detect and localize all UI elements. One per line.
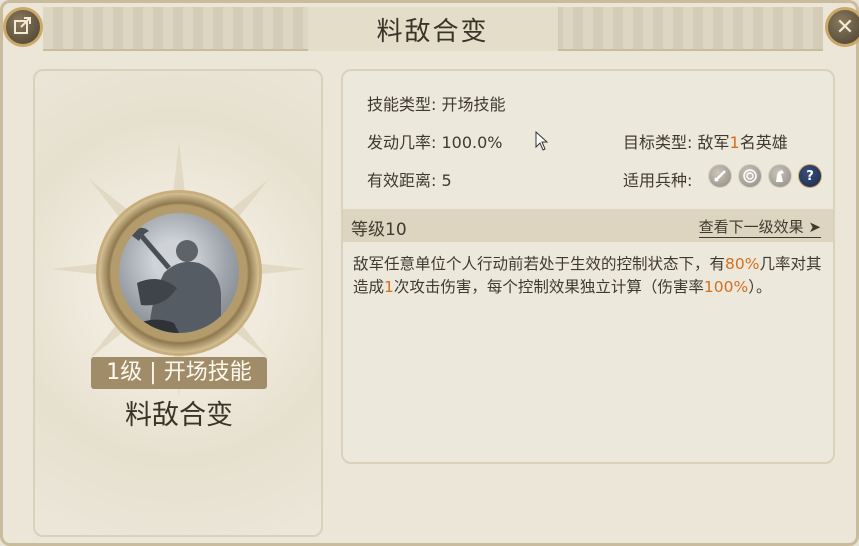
window-title: 料敌合变 — [376, 17, 489, 47]
share-button[interactable] — [3, 7, 43, 47]
skill-name: 料敌合变 — [125, 400, 233, 431]
range-label: 有效距离: — [367, 171, 437, 190]
range-value: 5 — [441, 171, 452, 190]
skill-level-tag: 1级 | 开场技能 — [91, 357, 267, 389]
skill-window: 料敌合变 ✕ 1级 | 开场技能 料敌合变 技能类型: 开场技能 发动几率: 1… — [0, 0, 859, 546]
share-icon — [13, 15, 33, 40]
level-bar: 等级10 查看下一级效果 ➤ — [343, 209, 833, 242]
skill-type-value: 开场技能 — [441, 95, 506, 114]
horse-icon — [768, 164, 792, 188]
desc-highlight-rate: 80% — [725, 255, 760, 273]
range-row: 有效距离: 5 — [367, 167, 452, 191]
desc-highlight-damage: 100% — [703, 278, 749, 296]
close-button[interactable]: ✕ — [825, 7, 859, 47]
close-icon: ✕ — [835, 14, 855, 40]
trigger-rate-value: 100.0% — [441, 133, 503, 152]
unit-type-icons: ? — [708, 164, 822, 188]
level-label: 等级10 — [351, 220, 407, 240]
skill-description: 敌军任意单位个人行动前若处于生效的控制状态下，有80%几率对其造成1次攻击伤害，… — [353, 255, 822, 296]
question-icon[interactable]: ? — [798, 164, 822, 188]
target-count: 1 — [729, 133, 740, 152]
bow-target-icon — [738, 164, 762, 188]
unit-type-label: 适用兵种: — [623, 171, 693, 190]
skill-type-label: 技能类型: — [367, 95, 437, 114]
skill-emblem — [99, 193, 259, 353]
trigger-rate-label: 发动几率: — [367, 133, 437, 152]
target-type-label: 目标类型: — [623, 133, 693, 152]
desc-highlight-count: 1 — [384, 278, 394, 296]
target-type-row: 目标类型: 敌军1名英雄 — [623, 129, 788, 153]
mouse-cursor-icon — [535, 131, 549, 151]
skill-details-panel: 技能类型: 开场技能 发动几率: 100.0% 目标类型: 敌军1名英雄 有效距… — [341, 69, 835, 464]
skill-emblem-panel: 1级 | 开场技能 料敌合变 — [33, 69, 323, 537]
warrior-portrait-icon — [119, 213, 239, 333]
view-next-level-link[interactable]: 查看下一级效果 ➤ — [698, 216, 821, 238]
skill-type-row: 技能类型: 开场技能 — [367, 91, 506, 115]
trigger-rate-row: 发动几率: 100.0% — [367, 129, 503, 153]
sword-icon — [708, 164, 732, 188]
target-type-value: 敌军1名英雄 — [697, 133, 788, 152]
